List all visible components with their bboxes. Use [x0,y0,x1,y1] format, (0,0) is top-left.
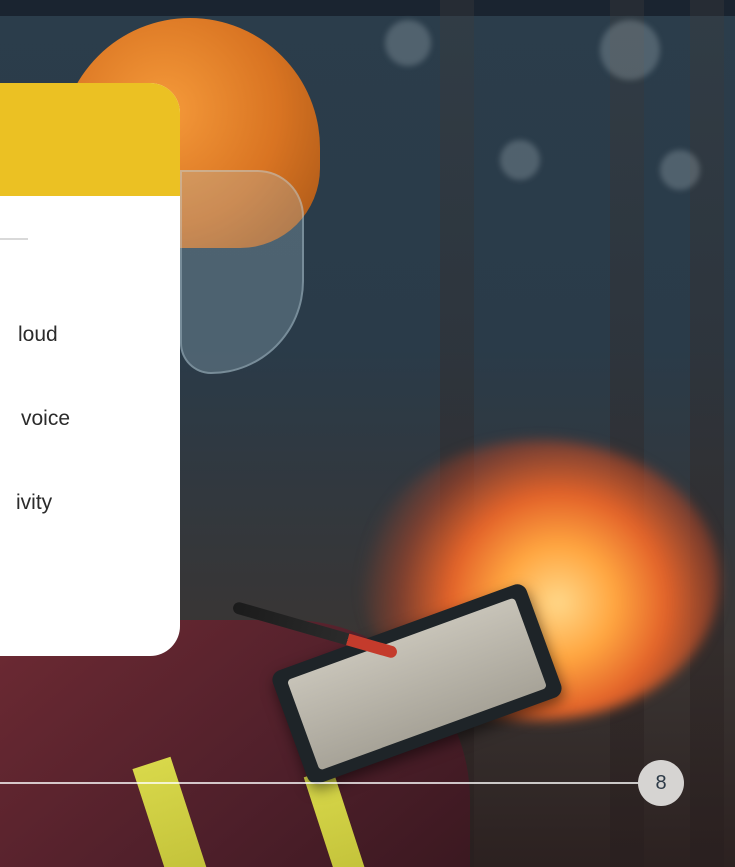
page-number-badge: 8 [638,760,684,806]
bokeh-light [385,20,431,66]
divider-rule [0,238,28,240]
tree-trunk [690,0,724,867]
slide: loud voice ivity 8 [0,0,735,867]
footer-divider [0,782,648,784]
card-text-line: loud [18,323,58,346]
face-visor [180,170,304,374]
bokeh-light [500,140,540,180]
bokeh-light [600,20,660,80]
card-text-line: ivity [16,491,53,514]
bokeh-light [660,150,700,190]
content-card: loud voice ivity [0,83,180,656]
card-text-line: voice [21,407,71,430]
card-header [0,83,180,196]
tree-trunk [610,0,644,867]
